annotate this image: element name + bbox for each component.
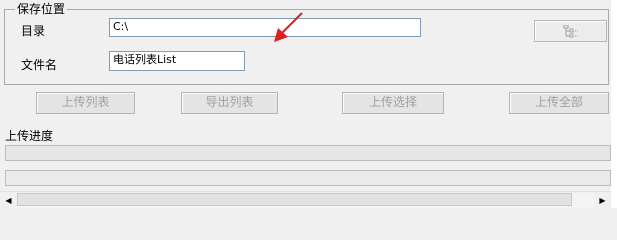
scroll-left-icon[interactable]: ◀ <box>0 192 17 208</box>
horizontal-scrollbar[interactable]: ◀ ▶ <box>0 191 611 208</box>
status-bar <box>5 170 611 186</box>
export-list-button[interactable]: 导出列表 <box>181 92 278 114</box>
scroll-right-icon[interactable]: ▶ <box>594 192 611 208</box>
filename-label: 文件名 <box>21 58 58 72</box>
upload-progress-label: 上传进度 <box>5 129 54 143</box>
directory-label: 目录 <box>21 24 46 38</box>
red-arrow-icon <box>274 12 303 42</box>
upload-all-button[interactable]: 上传全部 <box>509 92 609 114</box>
upload-selected-button[interactable]: 上传选择 <box>342 92 444 114</box>
upload-window: 保存位置 目录 C:\ 文件名 电话列表List 上传列表 导出列表 上传选择 … <box>0 0 617 208</box>
scroll-track[interactable] <box>17 193 594 208</box>
directory-input[interactable]: C:\ <box>109 18 421 37</box>
window-right-edge <box>611 0 617 208</box>
upload-list-button[interactable]: 上传列表 <box>36 92 135 114</box>
folder-tree-icon <box>563 25 579 38</box>
filename-input[interactable]: 电话列表List <box>109 51 245 71</box>
upload-progress-bar <box>5 145 611 161</box>
browse-button[interactable] <box>534 20 607 42</box>
save-location-group-title: 保存位置 <box>15 2 68 16</box>
scroll-thumb[interactable] <box>17 193 572 206</box>
